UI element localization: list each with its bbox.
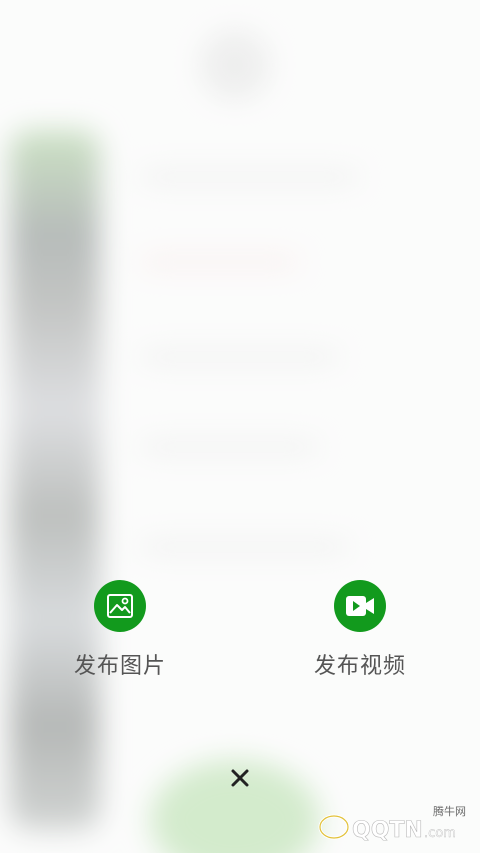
image-icon[interactable]: [94, 580, 146, 632]
svg-text:.com: .com: [424, 826, 456, 841]
watermark-site: 腾牛网: [433, 805, 466, 818]
video-camera-icon[interactable]: [334, 580, 386, 632]
publish-video-label: 发布视频: [313, 654, 406, 679]
svg-text:QQTN: QQTN: [352, 818, 423, 843]
publish-photo-button[interactable]: 发布图片: [45, 580, 195, 680]
frost-overlay: [0, 0, 480, 853]
close-button[interactable]: [222, 760, 258, 796]
close-icon[interactable]: [230, 768, 250, 788]
publish-photo-label: 发布图片: [73, 654, 166, 679]
publish-overlay-screen: 发布图片 发布视频 腾牛网 QQTN .com: [0, 0, 480, 853]
publish-video-button[interactable]: 发布视频: [285, 580, 435, 680]
watermark-logo: 腾牛网 QQTN .com: [312, 801, 472, 845]
